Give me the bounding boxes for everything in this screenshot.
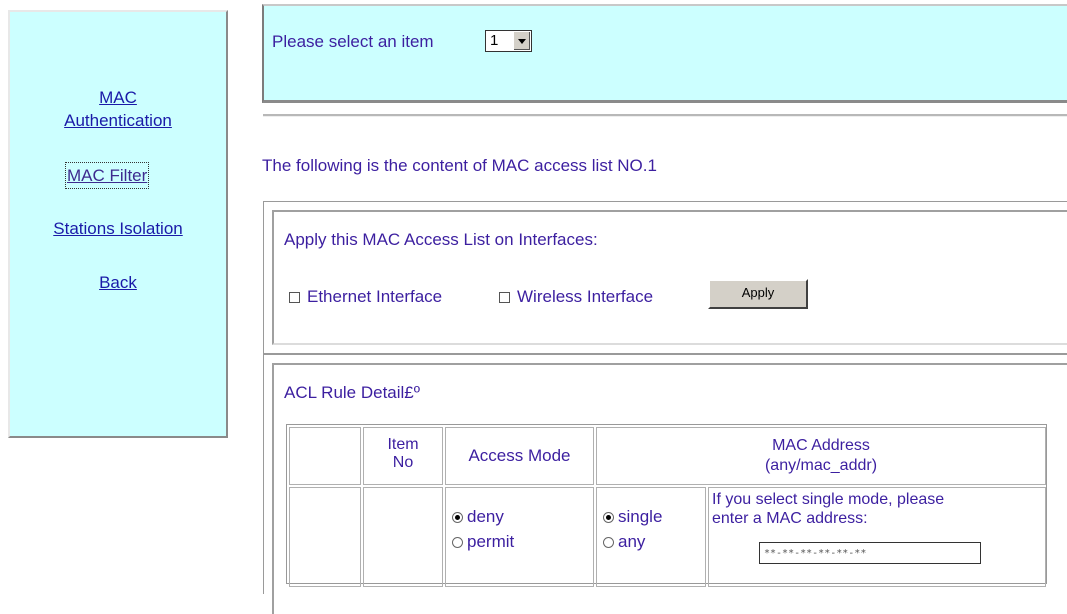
- wireless-interface-label: Wireless Interface: [517, 287, 654, 306]
- nav-link-mac-authentication-line1: MAC: [99, 88, 137, 107]
- mac-address-input[interactable]: [759, 542, 981, 564]
- ethernet-interface-label: Ethernet Interface: [307, 287, 443, 306]
- select-item-label: Please select an item: [272, 32, 434, 51]
- nav-link-stations-isolation[interactable]: Stations Isolation: [10, 217, 226, 240]
- item-select-value: 1: [490, 32, 499, 49]
- mac-hint-line2: enter a MAC address:: [712, 510, 868, 527]
- ethernet-interface-checkbox[interactable]: [289, 292, 300, 303]
- mode-single-label: single: [618, 507, 663, 526]
- access-deny-label: deny: [467, 507, 504, 526]
- chevron-down-icon[interactable]: [513, 32, 530, 50]
- header-item-no-line1: Item: [387, 436, 419, 453]
- header-empty-cell: [289, 427, 361, 485]
- nav-link-mac-filter[interactable]: MAC Filter: [64, 162, 150, 189]
- interfaces-panel: [263, 201, 1067, 354]
- access-permit-label: permit: [467, 532, 515, 551]
- mode-any-radio[interactable]: [603, 537, 614, 548]
- side-nav: MAC Authentication MAC Filter Stations I…: [8, 10, 228, 438]
- header-mac-address-line2: (any/mac_addr): [764, 457, 878, 474]
- access-list-heading: The following is the content of MAC acce…: [262, 156, 657, 175]
- header-mac-address-line1: MAC Address: [772, 437, 870, 454]
- wireless-interface-checkbox[interactable]: [499, 292, 510, 303]
- header-mac-address: MAC Address (any/mac_addr): [596, 427, 1046, 485]
- header-access-mode: Access Mode: [445, 427, 594, 485]
- mode-any-label: any: [618, 532, 646, 551]
- nav-link-mac-authentication[interactable]: MAC Authentication: [10, 86, 226, 132]
- item-select[interactable]: 1: [485, 30, 532, 52]
- mode-single-radio[interactable]: [603, 512, 614, 523]
- apply-button[interactable]: Apply: [708, 279, 808, 309]
- nav-link-back[interactable]: Back: [10, 271, 226, 294]
- horizontal-divider: [263, 114, 1067, 117]
- interfaces-title: Apply this MAC Access List on Interfaces…: [284, 230, 598, 249]
- row-mode-cell: [596, 487, 706, 587]
- row-empty-cell: [289, 487, 361, 587]
- access-permit-radio[interactable]: [452, 537, 463, 548]
- mac-hint-line1: If you select single mode, please: [712, 491, 945, 508]
- row-item-no-cell: [363, 487, 443, 587]
- header-item-no-line2: No: [392, 454, 414, 471]
- nav-link-mac-authentication-line2: Authentication: [64, 111, 172, 130]
- header-access-mode-label: Access Mode: [468, 446, 571, 465]
- acl-rule-detail-title: ACL Rule Detail£º: [284, 383, 420, 402]
- access-deny-radio[interactable]: [452, 512, 463, 523]
- header-item-no: Item No: [363, 427, 443, 485]
- select-item-panel: Please select an item 1: [262, 4, 1067, 103]
